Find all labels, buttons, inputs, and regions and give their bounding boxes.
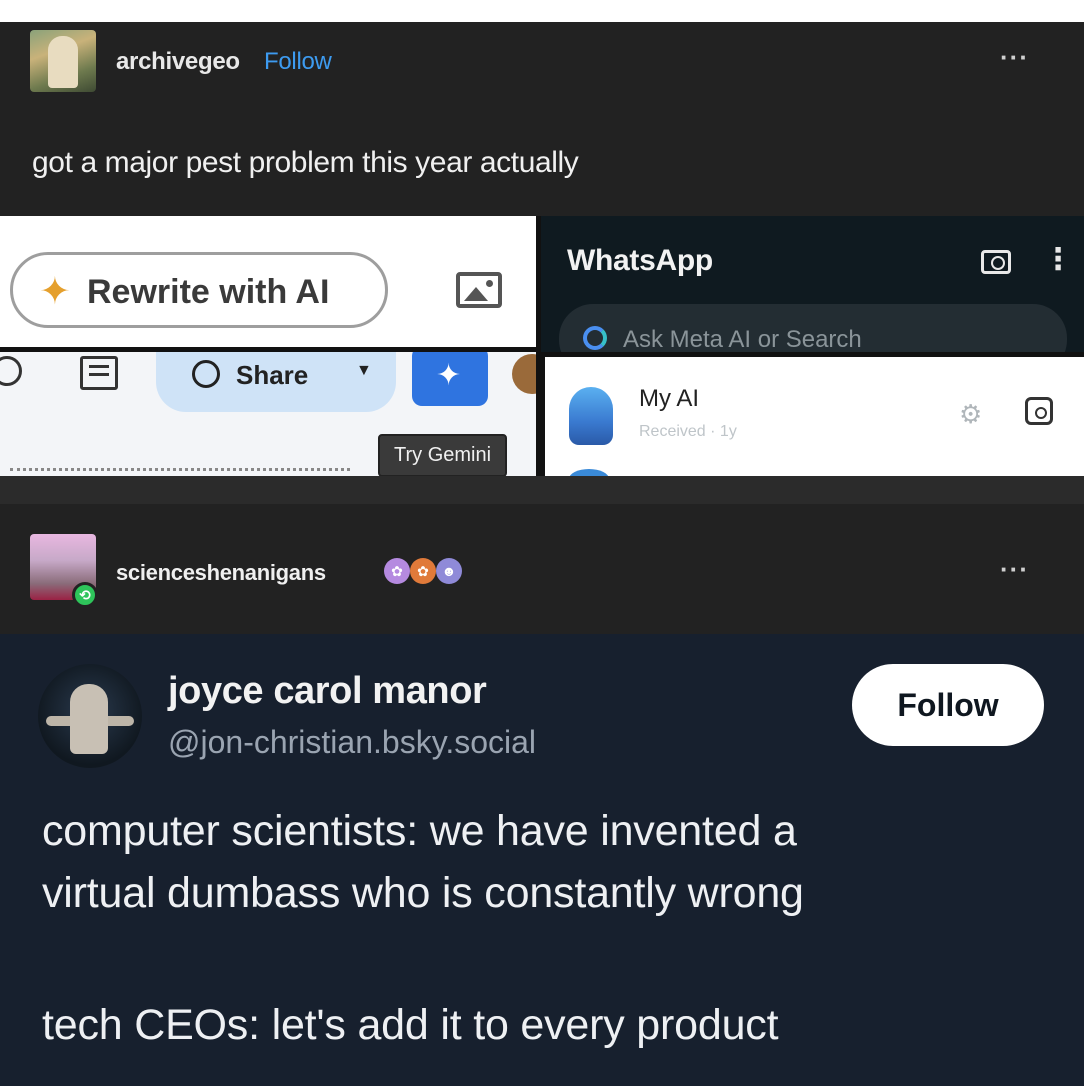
meta-ai-ring-icon <box>583 326 607 350</box>
post-text-line: tech CEOs: let's add it to every product <box>42 1001 779 1049</box>
post-caption: got a major pest problem this year actua… <box>32 146 579 179</box>
rewrite-panel: ✦ Rewrite with AI <box>0 216 536 347</box>
next-chat-avatar <box>569 469 609 476</box>
post-username[interactable]: scienceshenanigans <box>116 560 326 586</box>
author-name[interactable]: joyce carol manor <box>168 670 487 713</box>
chevron-down-icon: ▼ <box>356 362 372 379</box>
badge-3-icon[interactable]: ☻ <box>436 558 462 584</box>
scan-icon[interactable] <box>1025 397 1053 425</box>
my-ai-avatar <box>569 387 613 445</box>
user-badges: ✿ ✿ ☻ <box>384 558 462 584</box>
reblog-icon: ⟲ <box>72 582 98 608</box>
gemini-button[interactable]: ✦ <box>412 352 488 406</box>
avatar[interactable] <box>30 30 96 92</box>
more-options-icon[interactable]: ··· <box>1000 554 1029 585</box>
comment-icon[interactable] <box>80 356 118 390</box>
robot-icon: ⚙ <box>959 399 983 429</box>
whatsapp-header-panel: WhatsApp ⋮ Ask Meta AI or Search <box>541 216 1084 352</box>
meta-ai-search-bar[interactable]: Ask Meta AI or Search <box>559 304 1067 352</box>
post-archivegeo: archivegeo Follow ··· got a major pest p… <box>0 22 1084 476</box>
screenshot-collage: ✦ Rewrite with AI Share ▼ ✦ Try Gemini W… <box>0 216 1084 476</box>
post-username[interactable]: archivegeo <box>116 48 240 76</box>
follow-button[interactable]: Follow <box>852 664 1044 746</box>
try-gemini-tooltip: Try Gemini <box>378 434 508 476</box>
post-text-line: computer scientists: we have invented a <box>42 807 797 855</box>
more-options-icon[interactable]: ··· <box>1000 42 1029 73</box>
chat-status: Received · 1y <box>639 423 737 440</box>
rewrite-label: Rewrite with AI <box>87 273 330 311</box>
author-handle[interactable]: @jon-christian.bsky.social <box>168 724 536 761</box>
gemini-star-icon: ✦ <box>436 359 462 392</box>
post-divider <box>0 476 1084 504</box>
share-button[interactable]: Share ▼ <box>156 352 396 412</box>
image-icon[interactable] <box>456 272 502 308</box>
avatar[interactable] <box>512 354 536 394</box>
avatar[interactable] <box>38 664 142 768</box>
post-text-line: virtual dumbass who is constantly wrong <box>42 869 804 917</box>
bluesky-post-screenshot: joyce carol manor @jon-christian.bsky.so… <box>0 634 1084 1086</box>
history-icon[interactable] <box>0 356 22 386</box>
globe-icon <box>192 360 220 388</box>
top-margin <box>0 0 1084 22</box>
post-scienceshenanigans: ⟲ scienceshenanigans ✿ ✿ ☻ ··· <box>0 504 1084 634</box>
gemini-panel: Share ▼ ✦ Try Gemini <box>0 352 536 476</box>
badge-1-icon[interactable]: ✿ <box>384 558 410 584</box>
whatsapp-title: WhatsApp <box>567 244 713 277</box>
chat-name[interactable]: My AI <box>639 385 699 413</box>
kebab-menu-icon[interactable]: ⋮ <box>1043 242 1073 277</box>
badge-2-icon[interactable]: ✿ <box>410 558 436 584</box>
share-label: Share <box>236 360 309 390</box>
post-text: computer scientists: we have invented a … <box>42 800 1042 1056</box>
sparkle-icon: ✦ <box>39 271 71 313</box>
toolbar-edge <box>10 468 350 472</box>
camera-icon[interactable] <box>981 250 1011 274</box>
rewrite-with-ai-button[interactable]: ✦ Rewrite with AI <box>10 252 388 328</box>
whatsapp-chat-panel: My AI Received · 1y ⚙ <box>545 357 1084 476</box>
follow-link[interactable]: Follow <box>264 48 332 76</box>
search-placeholder: Ask Meta AI or Search <box>623 326 862 352</box>
